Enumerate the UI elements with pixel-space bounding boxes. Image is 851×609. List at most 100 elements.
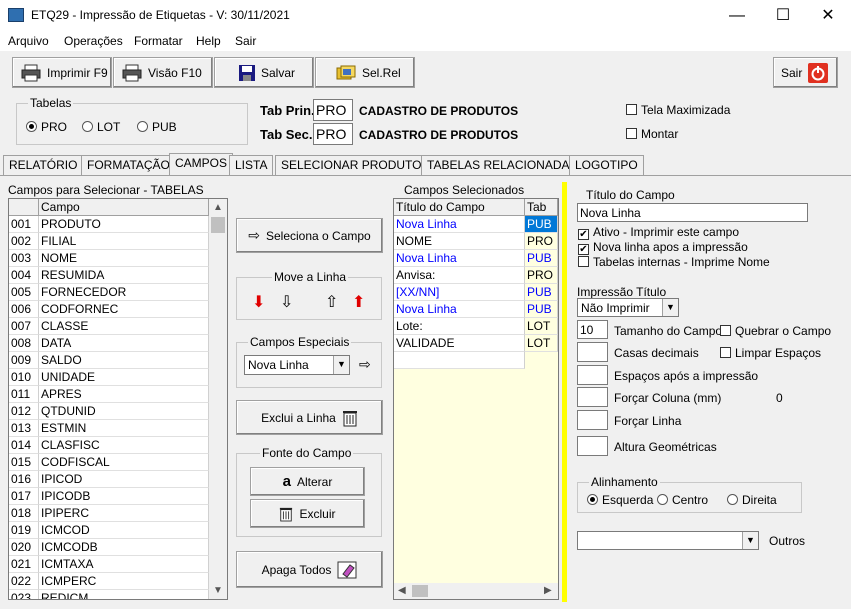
tab-logotipo[interactable]: LOGOTIPO (569, 155, 644, 175)
selecionados-list[interactable]: Título do Campo Tab Nova Linha PUB NOME PRO… (393, 198, 559, 600)
align-centro-indicator[interactable] (657, 494, 668, 505)
radio-lot-indicator[interactable] (82, 121, 93, 132)
tab-selecionar-produtos[interactable]: SELECIONAR PRODUTOS (275, 155, 436, 175)
radio-pro[interactable]: PRO (26, 120, 67, 134)
nova-linha-checkbox[interactable]: ✔ Nova linha apos a impressão (578, 240, 748, 255)
selecionados-hscrollbar[interactable]: ◀ ▶ (394, 583, 558, 599)
radio-pub-indicator[interactable] (137, 121, 148, 132)
table-row[interactable]: 014 CLASFISC (9, 437, 209, 454)
table-row[interactable]: Nova Linha PUB (394, 250, 558, 267)
table-row[interactable]: 011 APRES (9, 386, 209, 403)
montar-checkbox[interactable]: Montar (626, 127, 678, 141)
tela-maximizada-box[interactable] (626, 104, 637, 115)
selrel-button[interactable]: Sel.Rel (315, 57, 415, 88)
table-row[interactable]: NOME PRO (394, 233, 558, 250)
chevron-down-icon[interactable]: ▼ (333, 356, 349, 374)
tabelas-internas-box[interactable] (578, 256, 589, 267)
col-titulo-header[interactable]: Título do Campo (394, 199, 525, 216)
table-row[interactable]: Nova Linha PUB (394, 301, 558, 318)
table-row[interactable]: 022 ICMPERC (9, 573, 209, 590)
save-button[interactable]: Salvar (214, 57, 314, 88)
tab-prin-input[interactable]: PRO (313, 99, 353, 121)
radio-pub[interactable]: PUB (137, 120, 177, 134)
col-tab-header[interactable]: Tab (525, 199, 558, 216)
nova-linha-box[interactable]: ✔ (578, 244, 589, 255)
close-button[interactable]: ✕ (805, 0, 851, 31)
table-row[interactable]: 005 FORNECEDOR (9, 284, 209, 301)
limpar-checkbox[interactable]: Limpar Espaços (720, 346, 821, 360)
table-row[interactable]: 015 CODFISCAL (9, 454, 209, 471)
table-row[interactable]: Lote: LOT (394, 318, 558, 335)
alterar-fonte-button[interactable]: a Alterar (250, 467, 365, 496)
tab-tabelas-relacionadas[interactable]: TABELAS RELACIONADAS (421, 155, 584, 175)
quebrar-checkbox[interactable]: Quebrar o Campo (720, 324, 831, 338)
tab-relatorio[interactable]: RELATÓRIO (3, 155, 84, 175)
scroll-right-icon[interactable]: ▶ (544, 585, 552, 596)
table-row[interactable]: 003 NOME (9, 250, 209, 267)
view-button[interactable]: Visão F10 (113, 57, 213, 88)
tab-campos[interactable]: CAMPOS (169, 153, 234, 176)
chevron-down-icon[interactable]: ▼ (742, 532, 758, 549)
minimize-button[interactable]: — (714, 0, 760, 31)
campos-scrollbar[interactable]: ▲ ▼ (209, 199, 227, 599)
maximize-button[interactable]: ☐ (760, 0, 806, 31)
casas-input[interactable] (577, 342, 608, 362)
table-row[interactable]: [XX/NN] PUB (394, 284, 558, 301)
limpar-box[interactable] (720, 347, 731, 358)
tab-lista[interactable]: LISTA (229, 155, 274, 175)
campos-especiais-select[interactable]: Nova Linha ▼ (244, 355, 350, 375)
align-centro[interactable]: Centro (657, 493, 708, 507)
table-row[interactable]: 021 ICMTAXA (9, 556, 209, 573)
align-direita[interactable]: Direita (727, 493, 777, 507)
scroll-thumb[interactable] (211, 217, 225, 233)
table-row[interactable]: VALIDADE LOT (394, 335, 558, 352)
tabelas-internas-checkbox[interactable]: Tabelas internas - Imprime Nome (578, 255, 770, 269)
titulo-campo-input[interactable]: Nova Linha (577, 203, 808, 222)
table-row[interactable]: 016 IPICOD (9, 471, 209, 488)
forcar-coluna-input[interactable] (577, 387, 608, 407)
move-down-icon[interactable]: ⇩ (280, 292, 293, 312)
tab-formatacao[interactable]: FORMATAÇÃO (81, 155, 176, 175)
scroll-down-icon[interactable]: ▼ (213, 585, 223, 596)
table-row[interactable]: 018 IPIPERC (9, 505, 209, 522)
radio-pro-indicator[interactable] (26, 121, 37, 132)
exit-button[interactable]: Sair (773, 57, 838, 88)
excluir-fonte-button[interactable]: Excluir (250, 499, 365, 528)
campos-list[interactable]: Campo 001 PRODUTO 002 FILIAL 003 NOME 004 RESUM… (8, 198, 228, 600)
radio-lot[interactable]: LOT (82, 120, 120, 134)
tab-sec-input[interactable]: PRO (313, 123, 353, 145)
ativo-checkbox[interactable]: ✔ Ativo - Imprimir este campo (578, 225, 739, 240)
menu-sair[interactable]: Sair (235, 34, 256, 48)
menu-arquivo[interactable]: Arquivo (8, 34, 49, 48)
align-direita-indicator[interactable] (727, 494, 738, 505)
menu-operacoes[interactable]: Operações (64, 34, 123, 48)
table-row[interactable]: Anvisa: PRO (394, 267, 558, 284)
menu-formatar[interactable]: Formatar (134, 34, 183, 48)
print-button[interactable]: Imprimir F9 (12, 57, 112, 88)
menu-help[interactable]: Help (196, 34, 221, 48)
ativo-box[interactable]: ✔ (578, 229, 589, 240)
table-row[interactable]: 006 CODFORNEC (9, 301, 209, 318)
impressao-titulo-select[interactable]: Não Imprimir ▼ (577, 298, 679, 317)
hscroll-thumb[interactable] (412, 585, 428, 597)
seleciona-campo-button[interactable]: ⇨ Seleciona o Campo (236, 218, 383, 253)
table-row[interactable]: 013 ESTMIN (9, 420, 209, 437)
chevron-down-icon[interactable]: ▼ (662, 299, 678, 316)
table-row[interactable]: 009 SALDO (9, 352, 209, 369)
quebrar-box[interactable] (720, 325, 731, 336)
move-up-fast-icon[interactable]: ⬆ (352, 292, 365, 312)
altura-input[interactable] (577, 436, 608, 456)
tamanho-input[interactable]: 10 (577, 320, 608, 339)
tela-maximizada-checkbox[interactable]: Tela Maximizada (626, 103, 730, 117)
table-row[interactable]: 012 QTDUNID (9, 403, 209, 420)
outros-select[interactable]: ▼ (577, 531, 759, 550)
table-row[interactable]: 017 IPICODB (9, 488, 209, 505)
table-row[interactable]: 010 UNIDADE (9, 369, 209, 386)
exclui-linha-button[interactable]: Exclui a Linha (236, 400, 383, 435)
scroll-left-icon[interactable]: ◀ (398, 585, 406, 596)
scroll-up-icon[interactable]: ▲ (213, 202, 223, 213)
apaga-todos-button[interactable]: Apaga Todos (236, 551, 383, 588)
montar-box[interactable] (626, 128, 637, 139)
table-row[interactable]: 007 CLASSE (9, 318, 209, 335)
move-down-fast-icon[interactable]: ⬇ (252, 292, 265, 312)
